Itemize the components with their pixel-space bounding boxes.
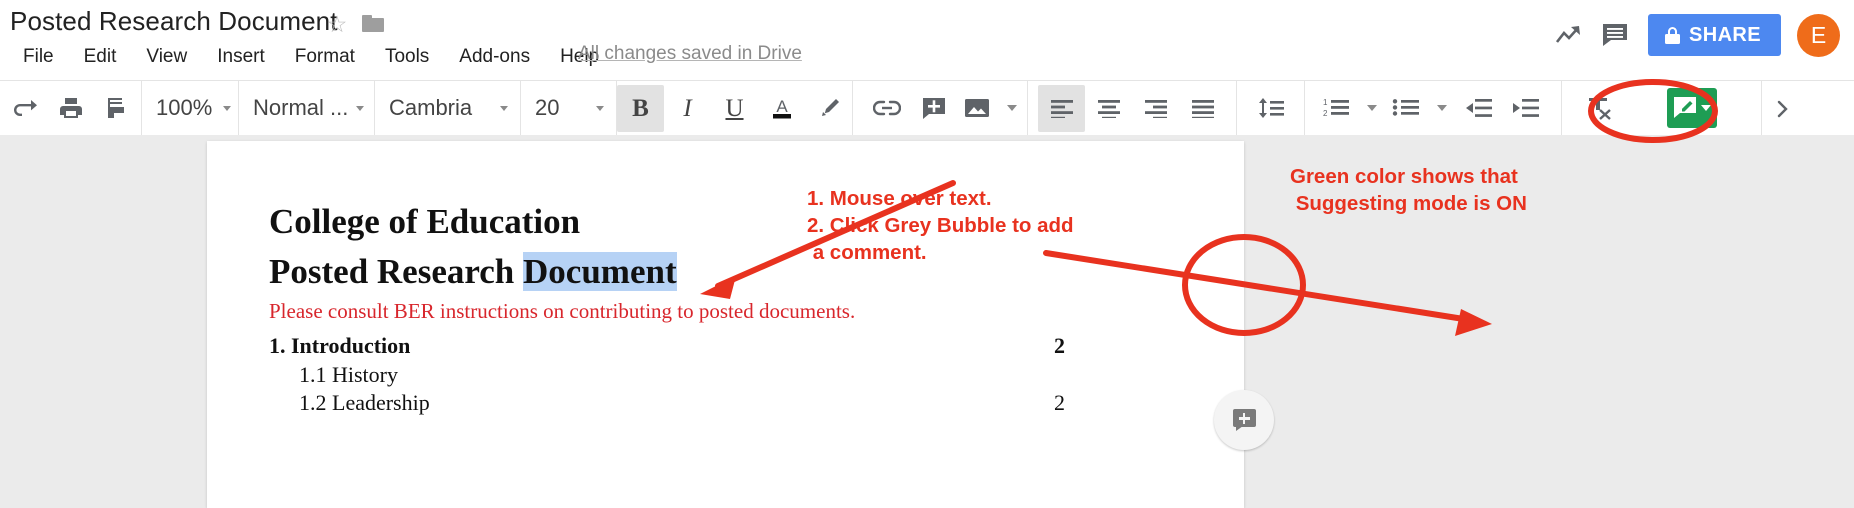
document-canvas: College of Education Posted Research Doc… [0, 135, 1854, 508]
chevron-down-icon[interactable] [1007, 105, 1017, 111]
menu-item-insert[interactable]: Insert [202, 43, 280, 71]
chevron-down-icon [500, 105, 508, 111]
align-left-icon[interactable] [1038, 84, 1085, 132]
underline-button[interactable]: U [711, 85, 758, 132]
menu-item-edit[interactable]: Edit [69, 43, 132, 71]
redo-icon[interactable] [0, 85, 47, 132]
menu-item-tools[interactable]: Tools [370, 43, 444, 71]
toc-page-number: 2 [1054, 390, 1065, 415]
font-family-dropdown[interactable]: Cambria [375, 85, 520, 132]
comment-icon[interactable] [1592, 12, 1638, 58]
add-comment-bubble-button[interactable] [1214, 390, 1274, 450]
bold-button[interactable]: B [617, 84, 664, 132]
lock-icon [1664, 26, 1680, 44]
document-title[interactable]: Posted Research Document [10, 6, 338, 37]
chevron-down-icon [356, 105, 364, 111]
doc-heading-2: Posted Research Document [269, 252, 677, 292]
doc-note-text: Please consult BER instructions on contr… [269, 299, 856, 323]
insert-image-icon[interactable] [957, 85, 997, 132]
toc-page-number: 2 [1054, 333, 1065, 358]
add-comment-bubble-icon [1232, 409, 1256, 431]
align-center-icon[interactable] [1085, 85, 1132, 132]
bulleted-list-icon[interactable] [1385, 85, 1427, 132]
formatting-toolbar: 100% Normal ... Cambria 20 B I U A 1 2 [0, 80, 1854, 136]
toolbar-divider [1027, 80, 1028, 136]
menu-item-add-ons[interactable]: Add-ons [444, 43, 545, 71]
chevron-down-icon [1701, 105, 1711, 111]
menu-item-format[interactable]: Format [280, 43, 370, 71]
share-button-label: SHARE [1688, 23, 1761, 46]
align-right-icon[interactable] [1132, 85, 1179, 132]
paragraph-style-dropdown[interactable]: Normal ... [239, 85, 374, 132]
indent-decrease-icon[interactable] [1455, 85, 1502, 132]
doc-heading-1: College of Education [269, 202, 581, 241]
line-spacing-icon[interactable] [1247, 85, 1294, 132]
add-comment-icon[interactable] [910, 85, 957, 132]
text-color-button[interactable]: A [758, 85, 805, 132]
header-actions: SHARE E [1546, 11, 1840, 59]
numbered-list-icon[interactable]: 1 2 [1315, 85, 1357, 132]
doc-heading-2-highlighted[interactable]: Document [523, 252, 677, 291]
menu-item-view[interactable]: View [131, 43, 202, 71]
save-status-text[interactable]: All changes saved in Drive [578, 43, 802, 65]
star-outline-icon[interactable]: ☆ [325, 12, 349, 36]
menu-item-file[interactable]: File [8, 43, 69, 71]
trending-up-icon[interactable] [1546, 12, 1592, 58]
toc-label: 1.2 Leadership [299, 390, 430, 415]
paragraph-style-value: Normal ... [253, 95, 349, 120]
toc-label: 1. Introduction [269, 333, 411, 358]
toolbar-divider [1561, 80, 1562, 136]
print-icon[interactable] [47, 85, 94, 132]
insert-link-icon[interactable] [863, 85, 910, 132]
paint-format-icon[interactable] [94, 85, 141, 132]
chevron-down-icon[interactable] [1367, 105, 1377, 111]
svg-text:2: 2 [1323, 109, 1328, 118]
font-size-dropdown[interactable]: 20 [521, 85, 616, 132]
italic-label: I [683, 94, 692, 122]
chevron-down-icon[interactable] [1437, 105, 1447, 111]
suggesting-mode-button[interactable] [1667, 88, 1717, 128]
zoom-level-dropdown[interactable]: 100% [142, 85, 238, 132]
align-justify-icon[interactable] [1179, 85, 1226, 132]
font-family-value: Cambria [389, 95, 473, 120]
chevron-down-icon [596, 105, 604, 111]
folder-icon[interactable] [362, 12, 388, 36]
bold-label: B [632, 94, 649, 122]
avatar[interactable]: E [1797, 13, 1840, 57]
doc-heading-2-plain: Posted Research [269, 252, 524, 291]
toc-label: 1.1 History [299, 362, 398, 387]
chevron-down-icon [223, 105, 231, 111]
share-button[interactable]: SHARE [1647, 14, 1781, 56]
suggesting-mode-pencil-icon [1674, 97, 1696, 118]
highlight-pen-icon[interactable] [805, 85, 852, 132]
menu-bar: File Edit View Insert Format Tools Add-o… [8, 42, 614, 72]
toolbar-divider [1236, 80, 1237, 136]
indent-increase-icon[interactable] [1502, 85, 1549, 132]
clear-formatting-icon[interactable] [1576, 85, 1623, 132]
svg-text:A: A [776, 97, 788, 116]
font-size-value: 20 [535, 95, 560, 120]
svg-text:1: 1 [1323, 98, 1328, 107]
italic-button[interactable]: I [664, 85, 711, 132]
toolbar-divider [852, 80, 853, 136]
folder-body [362, 18, 384, 32]
more-options-icon[interactable] [1762, 85, 1809, 132]
document-page[interactable]: College of Education Posted Research Doc… [207, 141, 1244, 508]
zoom-level-value: 100% [156, 95, 213, 120]
toolbar-divider [1304, 80, 1305, 136]
underline-label: U [725, 94, 744, 122]
app-header: Posted Research Document ☆ File Edit Vie… [0, 0, 1854, 80]
